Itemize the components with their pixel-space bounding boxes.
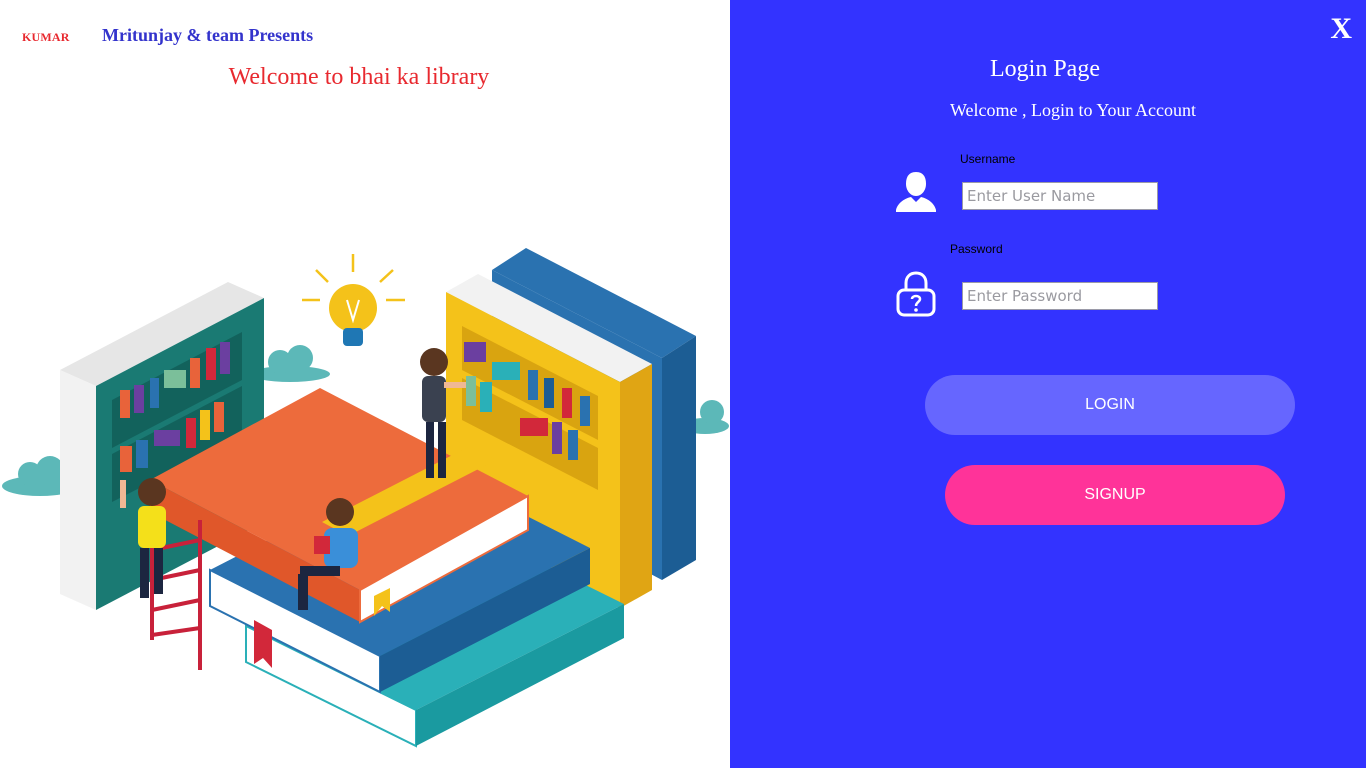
login-title: Login Page (990, 56, 1100, 82)
welcome-heading: Welcome to bhai ka library (228, 64, 490, 90)
user-icon (896, 172, 936, 212)
close-button[interactable]: X (1330, 14, 1352, 44)
login-button[interactable]: LOGIN (925, 375, 1295, 435)
left-panel: KUMAR Mritunjay & team Presents Welcome … (0, 0, 730, 768)
login-subtitle: Welcome , Login to Your Account (950, 100, 1197, 120)
presents-heading: Mritunjay & team Presents (102, 25, 314, 45)
password-label: Password (950, 242, 1003, 256)
lock-question-icon (896, 271, 936, 317)
lightbulb-icon (302, 254, 405, 346)
login-panel: X Login Page Welcome , Login to Your Acc… (730, 0, 1366, 768)
library-illustration (2, 248, 729, 748)
password-input[interactable] (962, 282, 1158, 310)
username-label: Username (960, 152, 1016, 166)
username-input[interactable] (962, 182, 1158, 210)
signup-button[interactable]: SIGNUP (945, 465, 1285, 525)
logo-text: KUMAR (22, 30, 70, 44)
